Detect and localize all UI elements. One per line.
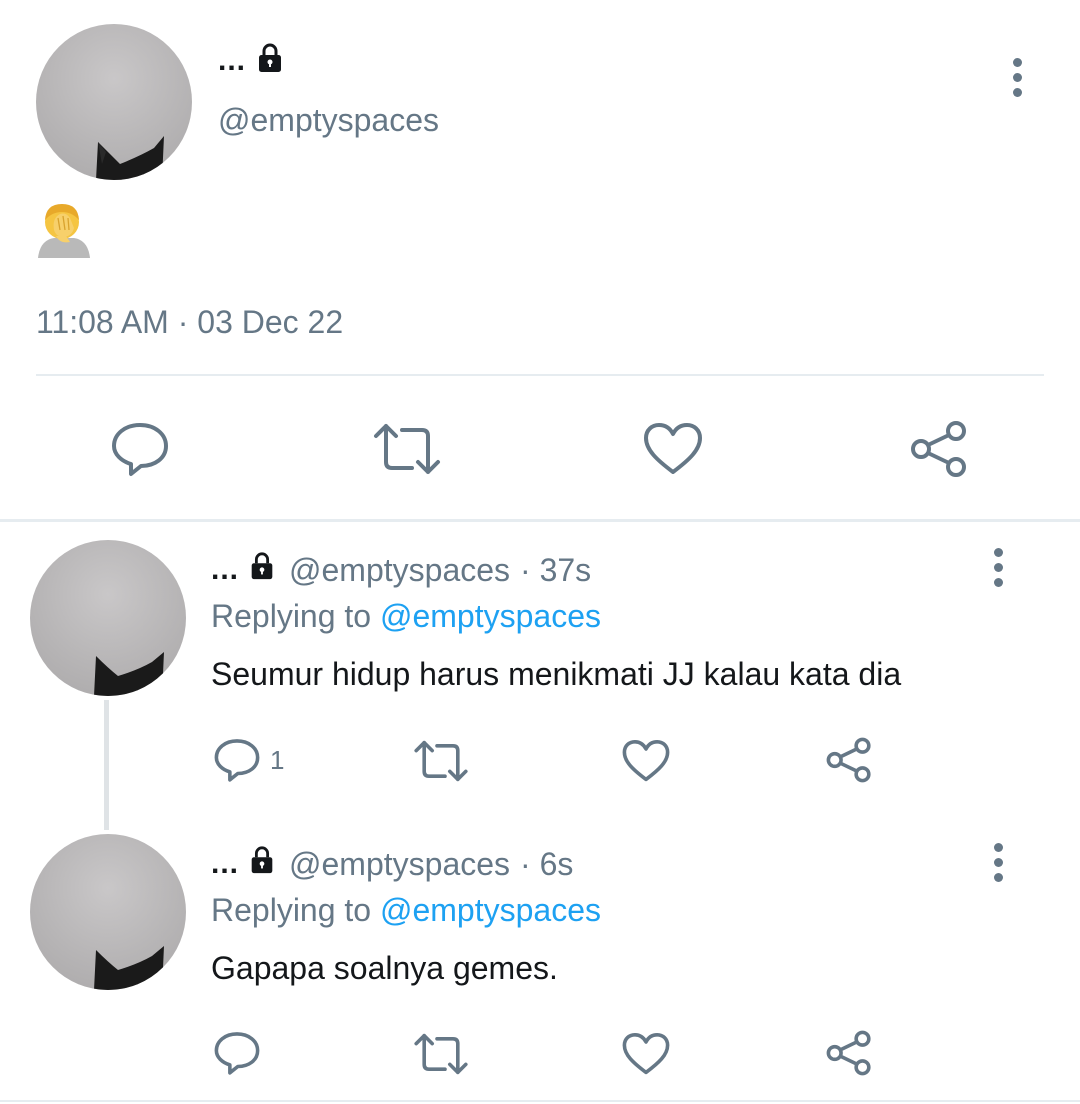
reply-time: · 6s <box>520 845 574 882</box>
divider <box>0 1100 1080 1102</box>
replying-to-line: Replying to @emptyspaces <box>211 598 601 635</box>
mention-link[interactable]: @emptyspaces <box>380 598 601 634</box>
display-name: ... <box>218 43 247 77</box>
reply-header: ... @emptyspaces · 37s <box>211 551 591 589</box>
retweet-icon[interactable] <box>413 1032 469 1076</box>
tweet-thread-screen: ... @emptyspaces 11:08 AM · 03 Dec 22 ..… <box>0 0 1080 1104</box>
lock-icon <box>254 42 286 79</box>
heart-icon[interactable] <box>622 1032 670 1076</box>
mention-link[interactable]: @emptyspaces <box>380 892 601 928</box>
avatar[interactable] <box>30 540 186 696</box>
reply-icon[interactable] <box>214 1030 260 1076</box>
retweet-icon[interactable] <box>413 739 469 783</box>
display-name-row: ... <box>218 42 286 79</box>
reply-icon[interactable] <box>214 737 260 783</box>
heart-icon[interactable] <box>622 739 670 783</box>
lock-icon <box>247 845 277 883</box>
retweet-icon[interactable] <box>372 422 442 476</box>
reply-text: Seumur hidup harus menikmati JJ kalau ka… <box>211 656 902 692</box>
share-icon[interactable] <box>826 1030 872 1076</box>
replying-to-line: Replying to @emptyspaces <box>211 892 601 929</box>
avatar[interactable] <box>30 834 186 990</box>
share-icon[interactable] <box>826 737 872 783</box>
handle[interactable]: @emptyspaces <box>289 846 510 883</box>
heart-icon[interactable] <box>643 422 703 476</box>
lock-icon <box>247 551 277 589</box>
reply-count: 1 <box>270 745 285 775</box>
replying-to-label: Replying to <box>211 892 372 928</box>
more-vertical-icon[interactable] <box>988 843 1008 888</box>
cat-ears-avatar-image <box>94 946 164 990</box>
reply-time: · 37s <box>520 551 592 588</box>
tweet-timestamp: 11:08 AM · 03 Dec 22 <box>36 304 344 340</box>
reply-text: Gapapa soalnya gemes. <box>211 950 558 986</box>
handle[interactable]: @emptyspaces <box>218 102 439 139</box>
display-name: ... <box>211 553 240 586</box>
handle[interactable]: @emptyspaces <box>289 552 510 589</box>
face-palm-emoji <box>36 200 92 258</box>
more-vertical-icon[interactable] <box>988 548 1008 593</box>
replying-to-label: Replying to <box>211 598 372 634</box>
section-divider <box>0 519 1080 522</box>
display-name: ... <box>211 847 240 880</box>
thread-connector-line <box>104 700 109 830</box>
share-icon[interactable] <box>910 420 968 478</box>
divider <box>36 374 1044 376</box>
reply-icon[interactable] <box>111 420 169 478</box>
avatar[interactable] <box>36 24 192 180</box>
more-vertical-icon[interactable] <box>1007 58 1027 103</box>
cat-ears-avatar-image <box>94 652 164 696</box>
reply-header: ... @emptyspaces · 6s <box>211 845 573 883</box>
cat-ears-avatar-image <box>96 136 164 180</box>
